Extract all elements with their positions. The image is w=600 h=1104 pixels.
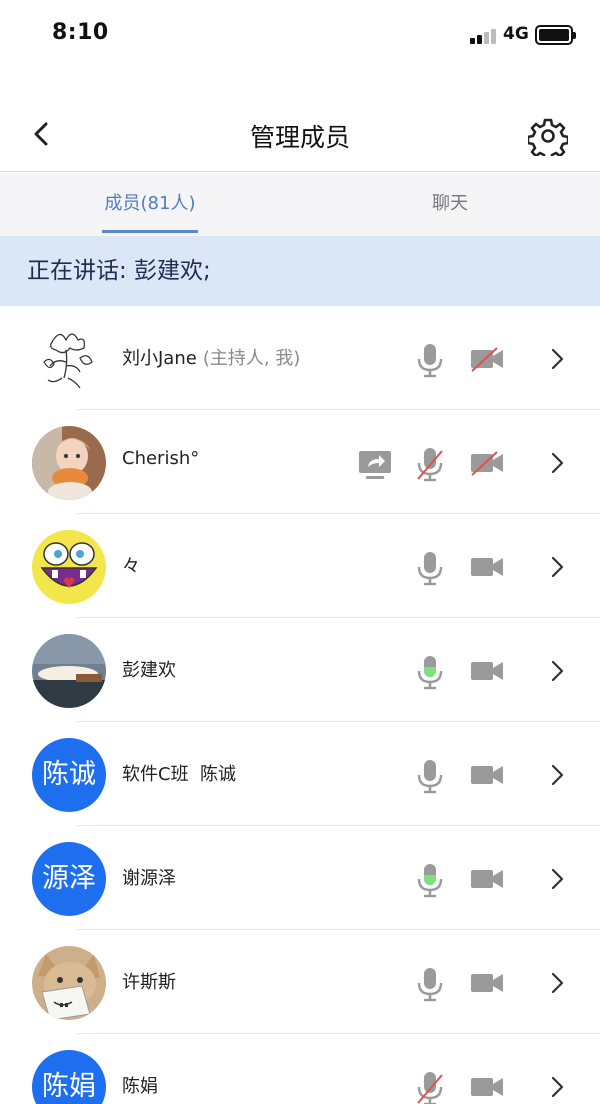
chevron-right-icon[interactable]	[548, 763, 566, 787]
chevron-right-icon[interactable]	[548, 867, 566, 891]
settings-button[interactable]	[526, 116, 570, 162]
chevron-right-icon[interactable]	[548, 659, 566, 683]
member-name: 々	[122, 556, 140, 577]
member-name: 许斯斯	[122, 972, 176, 993]
page-title: 管理成员	[249, 123, 350, 152]
tab-chat[interactable]: 聊天	[300, 173, 600, 236]
member-row[interactable]: 刘小Jane (主持人, 我)	[0, 306, 600, 410]
camera-icon[interactable]	[470, 866, 504, 892]
avatar: 源泽	[32, 842, 106, 916]
gear-icon	[526, 118, 570, 162]
camera-icon[interactable]	[470, 554, 504, 580]
member-row[interactable]: 陈娟 陈娟	[0, 1034, 600, 1104]
battery-icon	[535, 25, 576, 45]
avatar	[32, 634, 106, 708]
navigation-bar: 管理成员	[0, 100, 600, 172]
tab-bar: 成员(81人) 聊天	[0, 173, 600, 236]
speaking-banner: 正在讲话: 彭建欢;	[0, 236, 600, 306]
active-tab-indicator	[102, 230, 198, 233]
microphone-speaking-icon[interactable]	[414, 654, 446, 690]
member-name: 刘小Jane	[122, 348, 197, 369]
member-name: 谢源泽	[122, 868, 176, 889]
chevron-right-icon[interactable]	[548, 347, 566, 371]
member-row[interactable]: 源泽 谢源泽	[0, 826, 600, 930]
cellular-signal-icon	[470, 28, 498, 44]
chevron-right-icon[interactable]	[548, 1075, 566, 1099]
tab-members[interactable]: 成员(81人)	[0, 173, 300, 236]
microphone-off-icon[interactable]	[414, 446, 446, 482]
camera-off-icon[interactable]	[470, 450, 504, 476]
member-name: Cherish°	[122, 448, 200, 469]
status-bar: 8:10 4G	[0, 0, 600, 70]
member-role: (主持人, 我)	[202, 348, 301, 369]
chevron-right-icon[interactable]	[548, 451, 566, 475]
avatar	[32, 530, 106, 604]
member-row[interactable]: 许斯斯	[0, 930, 600, 1034]
camera-off-icon[interactable]	[470, 346, 504, 372]
camera-icon[interactable]	[470, 762, 504, 788]
microphone-icon[interactable]	[414, 758, 446, 794]
member-list: 刘小Jane (主持人, 我) Cherish° 々 彭建欢 陈诚 软件C班 陈…	[0, 306, 600, 1104]
member-row[interactable]: 陈诚 软件C班 陈诚	[0, 722, 600, 826]
network-type: 4G	[503, 24, 529, 44]
camera-icon[interactable]	[470, 970, 504, 996]
camera-icon[interactable]	[470, 658, 504, 684]
microphone-icon[interactable]	[414, 966, 446, 1002]
avatar	[32, 322, 106, 396]
avatar	[32, 426, 106, 500]
microphone-icon[interactable]	[414, 550, 446, 586]
chevron-right-icon[interactable]	[548, 555, 566, 579]
member-name: 陈娟	[122, 1076, 158, 1097]
avatar	[32, 946, 106, 1020]
status-time: 8:10	[52, 20, 109, 45]
avatar: 陈娟	[32, 1050, 106, 1104]
screen-share-icon[interactable]	[358, 448, 392, 482]
microphone-icon[interactable]	[414, 342, 446, 378]
member-row[interactable]: 々	[0, 514, 600, 618]
member-name: 彭建欢	[122, 660, 176, 681]
member-row[interactable]: 彭建欢	[0, 618, 600, 722]
camera-icon[interactable]	[470, 1074, 504, 1100]
member-name: 软件C班 陈诚	[122, 764, 237, 785]
chevron-right-icon[interactable]	[548, 971, 566, 995]
microphone-off-icon[interactable]	[414, 1070, 446, 1104]
microphone-speaking-icon[interactable]	[414, 862, 446, 898]
avatar: 陈诚	[32, 738, 106, 812]
member-row[interactable]: Cherish°	[0, 410, 600, 514]
